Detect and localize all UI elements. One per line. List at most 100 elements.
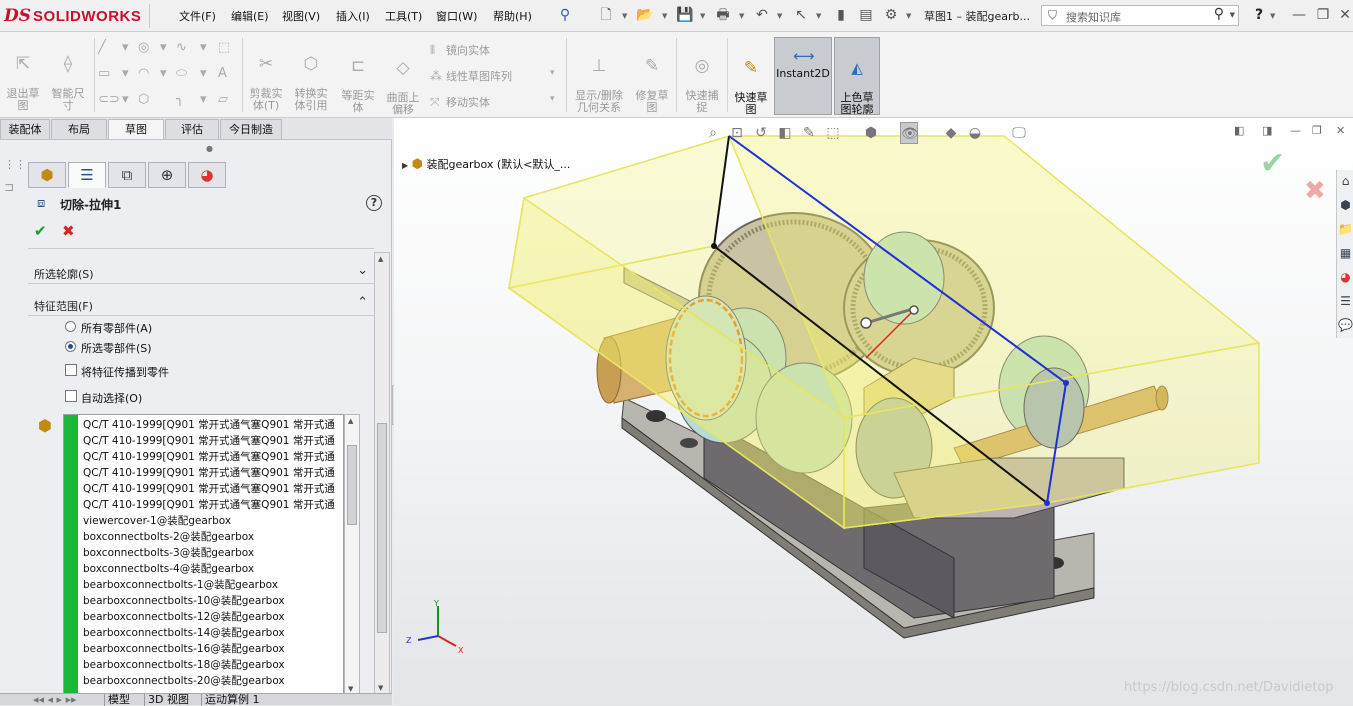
solidworks-logo[interactable]: DS SOLIDWORKS: [4, 4, 150, 28]
flyout-feature-tree[interactable]: ▶ ⬢ 装配gearbox (默认<默认_...: [402, 156, 570, 172]
offset-on-surface-button[interactable]: ◇ 曲面上 偏移: [383, 46, 423, 116]
chevron-down-icon[interactable]: ▼: [622, 12, 627, 20]
menu-help[interactable]: 帮助(H): [493, 8, 532, 24]
list-item[interactable]: QC/T 410-1999[Q901 常开式通气塞Q901 常开式通: [83, 449, 335, 464]
section-view-icon[interactable]: ◧: [776, 122, 794, 144]
dynamic-annotation-icon[interactable]: ✎: [800, 122, 818, 144]
tab-model[interactable]: 模型: [104, 694, 133, 706]
list-item[interactable]: QC/T 410-1999[Q901 常开式通气塞Q901 常开式通: [83, 465, 335, 480]
chevron-down-icon[interactable]: ▼: [662, 12, 667, 20]
move-entities-button[interactable]: ⤧ 移动实体: [430, 94, 490, 110]
appearances-icon[interactable]: ◕: [1338, 268, 1353, 286]
panel-scrollbar[interactable]: ▲ ▼: [374, 252, 390, 695]
circle-icon[interactable]: ◎: [138, 40, 149, 55]
auto-select-checkbox[interactable]: [65, 390, 77, 402]
shaded-sketch-contours-button[interactable]: ◭ 上色草 图轮廓: [834, 37, 880, 116]
scroll-thumb[interactable]: [347, 445, 357, 525]
ok-button[interactable]: ✔: [34, 222, 47, 240]
slot-icon[interactable]: ⊂⊃: [98, 92, 120, 107]
menu-insert[interactable]: 插入(I): [336, 8, 370, 24]
menu-view[interactable]: 视图(V): [282, 8, 320, 24]
linear-pattern-button[interactable]: ⁂ 线性草图阵列: [430, 68, 512, 84]
open-folder-icon[interactable]: 📂: [636, 6, 654, 24]
minimize-icon[interactable]: —: [1290, 124, 1301, 137]
file-explorer-icon[interactable]: 📁: [1338, 220, 1353, 238]
chevron-down-icon[interactable]: ▼: [1230, 11, 1235, 19]
list-item[interactable]: QC/T 410-1999[Q901 常开式通气塞Q901 常开式通: [83, 481, 335, 496]
design-library-icon[interactable]: ⬢: [1338, 196, 1353, 214]
components-list[interactable]: QC/T 410-1999[Q901 常开式通气塞Q901 常开式通 QC/T …: [63, 414, 344, 696]
tab-3d-views[interactable]: 3D 视图: [144, 694, 192, 706]
list-item[interactable]: bearboxconnectbolts-14@装配gearbox: [83, 625, 285, 640]
text-icon[interactable]: A: [218, 66, 227, 81]
close-icon[interactable]: ✕: [1336, 124, 1345, 137]
chevron-down-icon[interactable]: ▾: [160, 40, 167, 55]
help-icon[interactable]: ?: [366, 195, 382, 211]
all-components-radio[interactable]: [65, 321, 76, 332]
chevron-down-icon[interactable]: ▼: [777, 12, 782, 20]
file-properties-icon[interactable]: ▤: [857, 6, 875, 24]
group-feature-scope[interactable]: 特征范围(F) ⌃: [28, 292, 374, 316]
edit-appearance-icon[interactable]: ◆: [942, 122, 960, 144]
options-gear-icon[interactable]: ⚙: [882, 6, 900, 24]
chevron-down-icon[interactable]: ▾: [160, 66, 167, 81]
menu-tools[interactable]: 工具(T): [385, 8, 422, 24]
menu-window[interactable]: 窗口(W): [436, 8, 477, 24]
restore-icon[interactable]: ❐: [1314, 6, 1332, 24]
help-menu-button[interactable]: ?: [1250, 6, 1268, 24]
forum-icon[interactable]: 💬: [1338, 316, 1353, 334]
chevron-down-icon[interactable]: ▾: [122, 92, 129, 107]
plane-icon[interactable]: ▱: [218, 92, 228, 107]
list-item[interactable]: boxconnectbolts-4@装配gearbox: [83, 561, 254, 576]
tab-nav-arrows[interactable]: ◂◂ ◂ ▸ ▸▸: [30, 694, 100, 706]
spline-icon[interactable]: ∿: [176, 40, 187, 55]
gearbox-model[interactable]: [394, 118, 1353, 705]
previous-view-icon[interactable]: ↺: [752, 122, 770, 144]
hide-show-items-icon[interactable]: 👁: [900, 122, 919, 144]
chevron-down-icon[interactable]: ▾: [122, 40, 129, 55]
restore-icon[interactable]: ❐: [1312, 124, 1322, 137]
arc-icon[interactable]: ◠: [138, 66, 149, 81]
chevron-down-icon[interactable]: ▾: [122, 66, 129, 81]
cancel-button[interactable]: ✖: [62, 222, 75, 240]
traffic-light-icon[interactable]: ▮: [832, 6, 850, 24]
scroll-up-icon[interactable]: ▲: [348, 417, 353, 425]
repair-sketch-button[interactable]: ✎ 修复草 图: [632, 44, 672, 114]
convert-entities-button[interactable]: ⬡ 转换实 体引用: [290, 42, 332, 112]
tab-motion-study[interactable]: 运动算例 1: [201, 694, 263, 706]
list-item[interactable]: boxconnectbolts-3@装配gearbox: [83, 545, 254, 560]
trim-entities-button[interactable]: ✂ 剪裁实 体(T): [246, 42, 286, 112]
chevron-down-icon[interactable]: ▼: [700, 12, 705, 20]
chevron-down-icon[interactable]: ⌄: [357, 263, 368, 278]
exit-sketch-button[interactable]: ⇱ 退出草 图: [3, 42, 43, 112]
view-orientation-icon[interactable]: ⬚: [824, 122, 842, 144]
chevron-down-icon[interactable]: ▾: [200, 40, 207, 55]
tab-assembly[interactable]: 装配体: [0, 119, 50, 139]
chevron-down-icon[interactable]: ▼: [906, 12, 911, 20]
display-style-icon[interactable]: ⬢: [862, 122, 880, 144]
side-tool-icon[interactable]: ⊐: [4, 180, 14, 194]
selected-components-radio[interactable]: [65, 341, 76, 352]
home-icon[interactable]: ⌂: [1338, 172, 1353, 190]
quick-snaps-button[interactable]: ◎ 快速捕 捉: [680, 44, 724, 114]
list-item[interactable]: bearboxconnectbolts-12@装配gearbox: [83, 609, 285, 624]
fillet-icon[interactable]: ╮: [176, 92, 184, 107]
new-document-icon[interactable]: 🗋: [597, 6, 615, 24]
chevron-down-icon[interactable]: ▼: [1270, 12, 1275, 20]
display-delete-relations-button[interactable]: ⊥ 显示/删除 几何关系: [570, 44, 628, 114]
view-palette-icon[interactable]: ▦: [1338, 244, 1353, 262]
list-item[interactable]: bearboxconnectbolts-16@装配gearbox: [83, 641, 285, 656]
chevron-up-icon[interactable]: ⌃: [357, 295, 368, 310]
apply-scene-icon[interactable]: ◒: [966, 122, 984, 144]
menu-file[interactable]: 文件(F): [179, 8, 216, 24]
menu-edit[interactable]: 编辑(E): [231, 8, 269, 24]
smart-dimension-button[interactable]: ⟠ 智能尺 寸: [46, 42, 90, 112]
search-icon[interactable]: ⚲: [1214, 6, 1224, 22]
property-manager-tab[interactable]: ☰: [68, 162, 106, 188]
select-cursor-icon[interactable]: ↖: [792, 6, 810, 24]
list-scrollbar[interactable]: ▲ ▼: [344, 414, 360, 696]
side-toolbar-handle[interactable]: ⋮⋮: [4, 158, 26, 171]
tab-sketch[interactable]: 草图: [108, 119, 164, 139]
chevron-down-icon[interactable]: ▾: [550, 94, 555, 104]
tile-left-icon[interactable]: ◧: [1234, 124, 1244, 137]
